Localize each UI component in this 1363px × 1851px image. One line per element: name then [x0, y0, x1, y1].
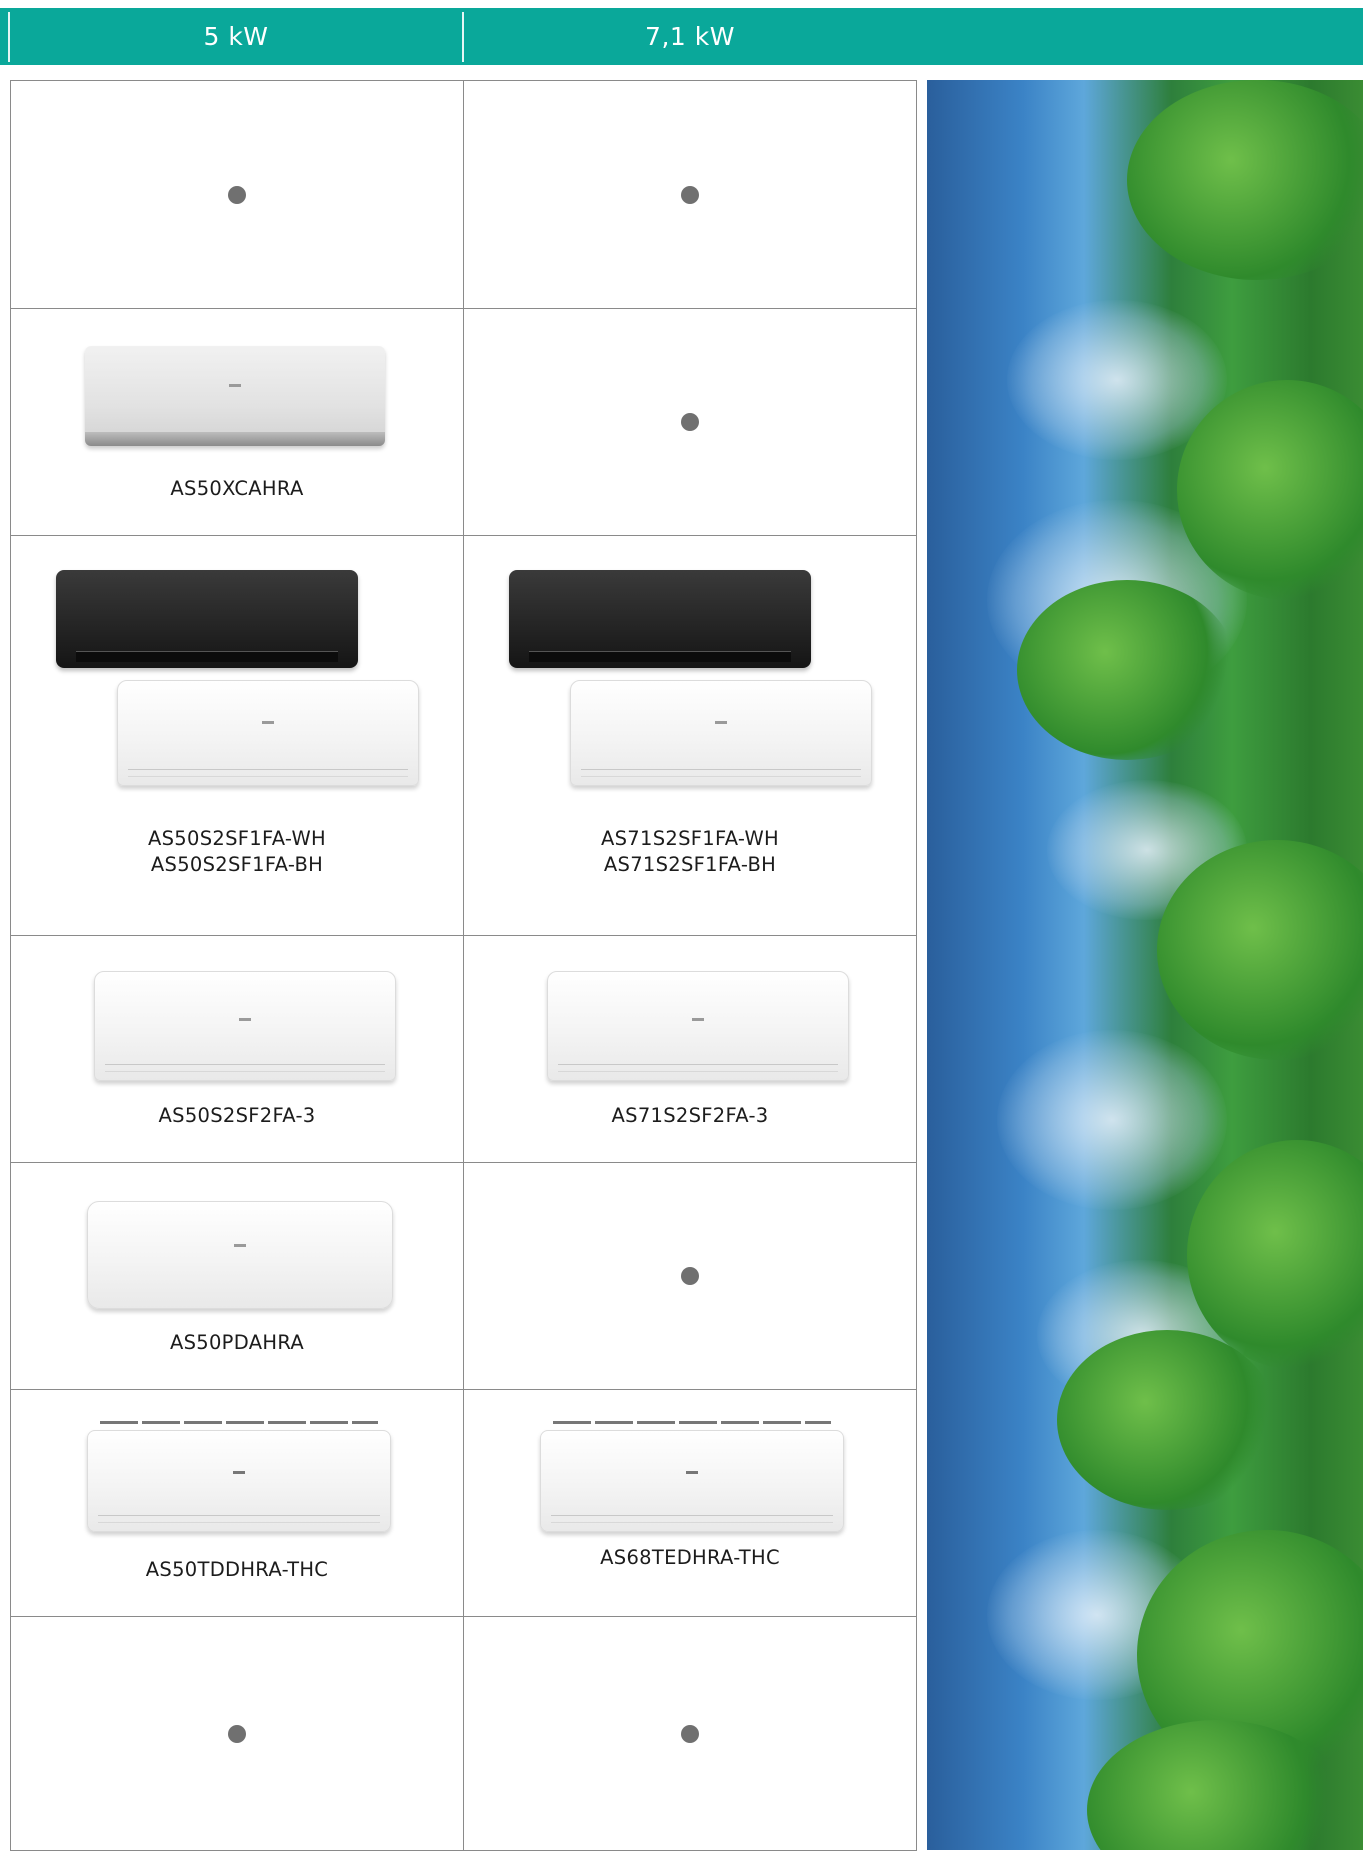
- air-conditioner-image: [540, 1421, 844, 1532]
- aerial-river-forest-photo: [927, 80, 1363, 1850]
- model-label: AS71S2SF2FA-3: [611, 1104, 769, 1127]
- product-table: AS50XCAHRA AS50S2SF1FA-WH AS50S2SF1FA-BH…: [10, 80, 917, 1851]
- model-label: AS50S2SF2FA-3: [158, 1104, 316, 1127]
- table-cell: AS68TEDHRA-THC: [464, 1390, 917, 1617]
- table-cell: AS50PDAHRA: [11, 1163, 464, 1390]
- table-cell: AS50S2SF2FA-3: [11, 936, 464, 1163]
- availability-dot: [228, 1724, 246, 1743]
- table-cell: [464, 81, 917, 309]
- availability-dot: [681, 1267, 699, 1285]
- model-label: AS50TDDHRA-THC: [145, 1558, 329, 1581]
- model-label: AS50S2SF1FA-BH: [150, 853, 324, 876]
- model-label: AS71S2SF1FA-WH: [600, 827, 780, 850]
- availability-dot: [681, 413, 699, 431]
- table-cell: [464, 1617, 917, 1851]
- model-label: AS50PDAHRA: [169, 1331, 305, 1354]
- table-cell: AS71S2SF1FA-WH AS71S2SF1FA-BH: [464, 536, 917, 936]
- model-label: AS71S2SF1FA-BH: [603, 853, 777, 876]
- column-header-7-1kw: 7,1 kW: [645, 22, 735, 51]
- table-cell: [11, 81, 464, 309]
- table-cell: AS50TDDHRA-THC: [11, 1390, 464, 1617]
- model-label: AS50XCAHRA: [170, 477, 304, 500]
- air-conditioner-image: [94, 971, 396, 1081]
- air-conditioner-black-image: [509, 570, 811, 668]
- table-cell: [11, 1617, 464, 1851]
- table-header: 5 kW 7,1 kW: [0, 8, 1363, 65]
- model-label: AS50S2SF1FA-WH: [147, 827, 327, 850]
- air-conditioner-white-image: [570, 680, 872, 786]
- model-label: AS68TEDHRA-THC: [600, 1546, 780, 1569]
- table-cell: [464, 309, 917, 536]
- table-cell: [464, 1163, 917, 1390]
- air-conditioner-image: [85, 346, 385, 446]
- column-header-5kw: 5 kW: [203, 22, 269, 51]
- availability-dot: [228, 185, 246, 204]
- table-cell: AS50S2SF1FA-WH AS50S2SF1FA-BH: [11, 536, 464, 936]
- table-cell: AS50XCAHRA: [11, 309, 464, 536]
- availability-dot: [681, 1724, 699, 1743]
- air-conditioner-image: [87, 1421, 391, 1532]
- availability-dot: [681, 185, 699, 204]
- air-conditioner-image: [547, 971, 849, 1081]
- air-conditioner-black-image: [56, 570, 358, 668]
- air-conditioner-white-image: [117, 680, 419, 786]
- table-cell: AS71S2SF2FA-3: [464, 936, 917, 1163]
- air-conditioner-image: [87, 1201, 393, 1309]
